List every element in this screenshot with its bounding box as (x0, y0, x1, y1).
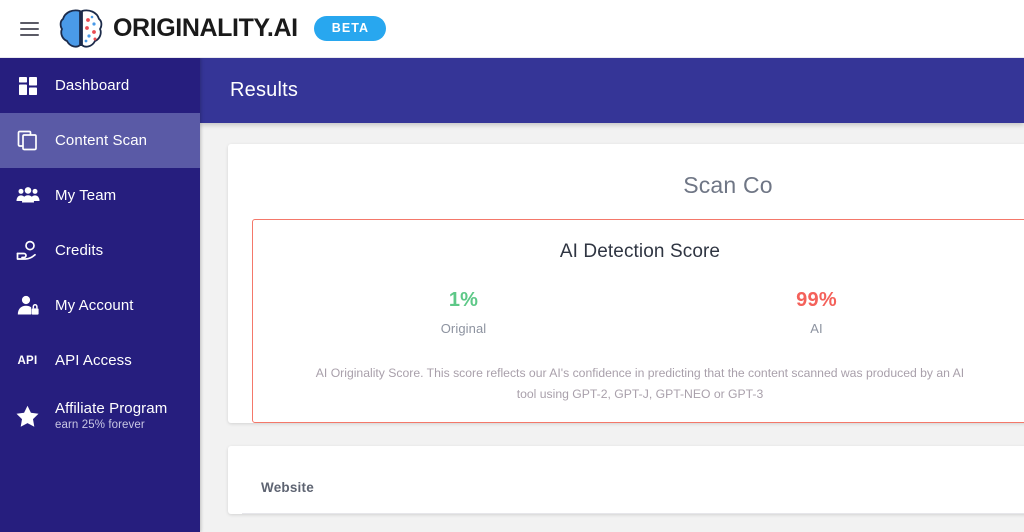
sidebar-item-label: My Account (55, 296, 134, 314)
grid-dashboard-icon (0, 76, 55, 96)
score-description-line-2: GPT-2, GPT-J, GPT-NEO or GPT-3 (572, 387, 764, 402)
website-panel: Website (228, 445, 1024, 514)
scan-complete-heading: Scan Co (683, 172, 773, 198)
hamburger-line (19, 27, 39, 30)
sidebar-navigation: Dashboard Content Scan My Team Credits M… (0, 58, 200, 532)
website-label: Website (261, 479, 314, 495)
sidebar-item-label: API Access (55, 351, 132, 369)
star-icon (0, 405, 55, 427)
sidebar-item-my-team[interactable]: My Team (0, 168, 200, 223)
top-header-bar: ORIGINALITY.AI BETA (0, 0, 1024, 58)
sidebar-item-label: Content Scan (55, 131, 148, 149)
hamburger-line (19, 33, 39, 36)
brain-logo-icon (59, 9, 103, 48)
sidebar-item-credits[interactable]: Credits (0, 223, 200, 278)
scan-results-panel: Scan Co AI Detection Score 1% Original 9… (228, 144, 1024, 423)
original-score-column: 1% Original (287, 289, 640, 336)
hand-coin-icon (0, 240, 55, 262)
sidebar-item-dashboard[interactable]: Dashboard (0, 58, 200, 113)
main-content-area: Results Scan Co AI Detection Score 1% Or… (200, 58, 1024, 532)
brand-wordmark: ORIGINALITY.AI (113, 14, 298, 42)
sidebar-item-label: Affiliate Program (55, 399, 168, 417)
page-title: Results (230, 79, 299, 101)
website-divider (242, 512, 1024, 514)
sidebar-item-label: Dashboard (55, 76, 130, 94)
brand-logo-group[interactable]: ORIGINALITY.AI (58, 8, 298, 50)
content-scroll-region: Scan Co AI Detection Score 1% Original 9… (200, 123, 1024, 532)
user-lock-icon (0, 295, 55, 316)
sidebar-item-affiliate-program[interactable]: Affiliate Program earn 25% forever (0, 388, 200, 443)
api-text-icon: API (17, 354, 38, 367)
results-header-bar: Results (200, 58, 1024, 123)
original-score-label: Original (440, 321, 487, 336)
app-window: ORIGINALITY.AI BETA Dashboard Content Sc… (0, 0, 1024, 532)
sidebar-item-label: My Team (55, 186, 117, 204)
sidebar-item-my-account[interactable]: My Account (0, 278, 200, 333)
ai-score-column: 99% AI (640, 289, 993, 336)
score-values-row: 1% Original 99% AI (253, 289, 1024, 336)
ai-score-label: AI (810, 321, 823, 336)
sidebar-item-content-scan[interactable]: Content Scan (0, 113, 200, 168)
original-score-value: 1% (448, 289, 479, 311)
ai-score-value: 99% (796, 289, 837, 311)
score-card-title: AI Detection Score (559, 241, 721, 262)
hamburger-menu-icon[interactable] (12, 12, 46, 46)
copy-documents-icon (0, 130, 55, 151)
sidebar-item-sublabel: earn 25% forever (55, 419, 145, 432)
people-group-icon (0, 186, 55, 205)
ai-detection-score-card: AI Detection Score 1% Original 99% AI AI… (252, 219, 1024, 423)
hamburger-line (19, 21, 39, 24)
sidebar-item-api-access[interactable]: API API Access (0, 333, 200, 388)
sidebar-item-label: Credits (55, 241, 104, 259)
beta-badge: BETA (313, 16, 387, 41)
score-description: AI Originality Score. This score reflect… (253, 363, 1024, 406)
